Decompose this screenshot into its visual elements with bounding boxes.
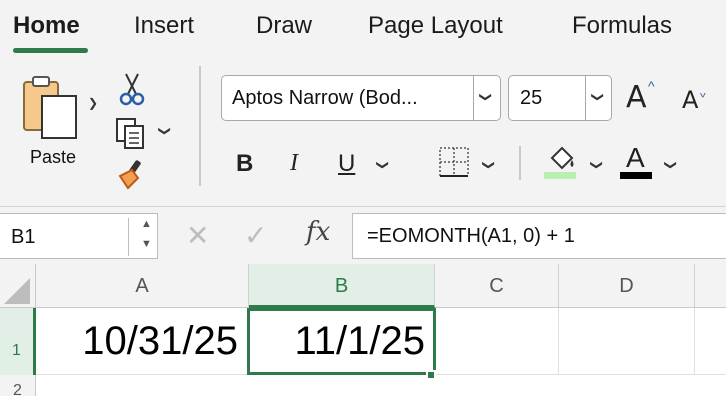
insert-function-button[interactable]: fx [306,217,330,247]
underline-button[interactable]: U [338,150,355,178]
tab-draw[interactable]: Draw [256,12,312,40]
underline-options-chevron-icon[interactable]: ❯ [376,160,390,170]
formula-text: =EOMONTH(A1, 0) + 1 [367,225,575,247]
ribbon-separator [519,146,521,180]
row-2-cells[interactable] [36,375,726,396]
name-box[interactable]: B1 ▲ ▼ [0,213,158,259]
decrease-font-size-icon: A [682,86,699,114]
fill-color-button[interactable] [544,144,578,185]
paint-bucket-icon [544,146,576,179]
cancel-icon[interactable]: ✕ [186,219,209,252]
copy-options-chevron-icon[interactable]: ❯ [158,126,172,136]
ribbon-tabs: Home Insert Draw Page Layout Formulas [0,0,726,58]
dropdown-divider [473,76,474,120]
chevron-down-icon[interactable]: ▼ [141,238,152,250]
chevron-up-icon[interactable]: ▲ [141,218,152,230]
paste-label: Paste [30,147,77,167]
increase-font-size-button[interactable]: A ^ [626,78,655,115]
tab-home[interactable]: Home [13,12,80,40]
italic-button[interactable]: I [290,150,298,177]
tab-insert[interactable]: Insert [134,12,194,40]
borders-button[interactable] [438,146,470,183]
font-color-icon: A [626,142,645,173]
column-header-c[interactable]: C [435,264,559,308]
fill-color-options-chevron-icon[interactable]: ❯ [590,160,604,170]
caret-down-icon: ^ [700,86,706,100]
cell-a1[interactable]: 10/31/25 [36,308,249,375]
font-size-value: 25 [520,87,543,109]
dropdown-divider [585,76,586,120]
copy-button[interactable] [114,116,148,155]
cut-button[interactable] [118,72,146,111]
row-header-2[interactable]: 2 [0,375,36,396]
bold-button[interactable]: B [236,150,253,178]
ribbon: ❯ Paste ❯ Aptos Narrow (Bod... ❯ 25 ❯ A … [0,58,726,206]
cell-b1[interactable]: 11/1/25 [247,308,436,375]
clipboard-icon [23,76,77,139]
paste-button[interactable] [20,74,82,142]
font-size-dropdown[interactable]: 25 ❯ [508,75,612,121]
column-header-d[interactable]: D [559,264,695,308]
column-header-b[interactable]: B [249,264,435,308]
chevron-down-icon[interactable]: ❯ [591,92,605,102]
tab-page-layout[interactable]: Page Layout [368,12,503,40]
select-all-triangle-icon [4,278,30,304]
select-all-button[interactable] [0,264,36,308]
worksheet-grid: A B C D 1 2 10/31/25 11/1/25 [0,264,726,396]
cell-e1[interactable] [695,308,726,375]
paintbrush-icon [118,160,141,190]
increase-font-size-icon: A [626,80,647,115]
format-painter-button[interactable] [116,158,150,195]
copy-icon [116,118,144,149]
formula-input[interactable]: =EOMONTH(A1, 0) + 1 [352,213,726,259]
column-header-a[interactable]: A [36,264,249,308]
font-name-dropdown[interactable]: Aptos Narrow (Bod... ❯ [221,75,501,121]
active-tab-indicator [13,48,88,53]
formula-bar: B1 ▲ ▼ ✕ ✓ fx =EOMONTH(A1, 0) + 1 [0,206,726,264]
tab-formulas[interactable]: Formulas [572,12,672,40]
scissors-icon [119,73,145,106]
name-box-divider [128,218,129,256]
font-name-value: Aptos Narrow (Bod... [232,87,418,109]
caret-up-icon: ^ [648,78,655,94]
name-box-value: B1 [11,226,36,248]
font-color-swatch [620,172,652,179]
borders-options-chevron-icon[interactable]: ❯ [482,160,496,170]
font-color-options-chevron-icon[interactable]: ❯ [664,160,678,170]
cell-c1[interactable] [436,308,559,375]
borders-icon [439,147,469,177]
decrease-font-size-button[interactable]: A ^ [682,86,706,114]
ribbon-separator [199,66,201,186]
cell-d1[interactable] [559,308,695,375]
chevron-down-icon[interactable]: ❯ [479,92,493,102]
row-header-1[interactable]: 1 [0,308,36,375]
font-color-button[interactable]: A [620,142,654,180]
enter-checkmark-icon[interactable]: ✓ [244,219,267,252]
paste-options-chevron-icon[interactable]: ❯ [88,96,98,110]
